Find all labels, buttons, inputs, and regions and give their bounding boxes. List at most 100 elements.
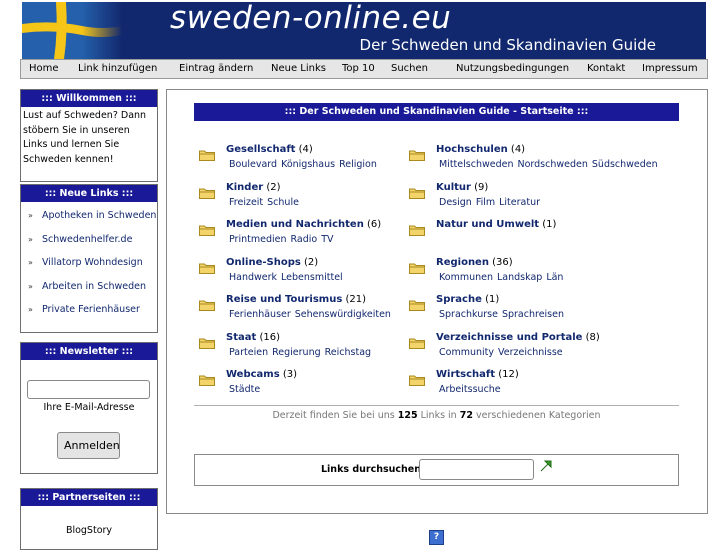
category-link[interactable]: Sprache: [436, 294, 482, 305]
subcategory-link[interactable]: Verzeichnisse: [498, 347, 563, 358]
subcategory-list: Kommunen Landskap Län: [439, 271, 567, 285]
category-count: (3): [282, 369, 298, 380]
subcategory-link[interactable]: Ferienhäuser: [229, 309, 291, 320]
subcategory-link[interactable]: Sprachkurse: [439, 309, 498, 320]
subcategory-link[interactable]: Design: [439, 197, 472, 208]
subcategory-link[interactable]: Arbeitssuche: [439, 384, 501, 395]
folder-icon: [409, 184, 425, 199]
subcategory-link[interactable]: Schule: [267, 197, 299, 208]
search-input[interactable]: [419, 459, 534, 480]
subcategory-list: Freizeit Schule: [229, 196, 303, 210]
partners-heading: ::: Partnerseiten :::: [21, 489, 157, 506]
subcategory-link[interactable]: Handwerk: [229, 272, 277, 283]
subcategory-link[interactable]: Printmedien: [229, 234, 287, 245]
category-link[interactable]: Regionen: [436, 257, 489, 268]
welcome-heading: ::: Willkommen :::: [21, 90, 157, 107]
category-link[interactable]: Verzeichnisse und Portale: [436, 332, 582, 343]
nav-eintrag-aendern[interactable]: Eintrag ändern: [179, 60, 253, 78]
subcategory-link[interactable]: Landskap: [497, 272, 542, 283]
subcategory-link[interactable]: Parteien: [229, 347, 268, 358]
category-count: (2): [304, 256, 319, 268]
nav-neue-links[interactable]: Neue Links: [271, 60, 326, 78]
bullet-icon: »: [28, 234, 33, 244]
category-link[interactable]: Wirtschaft: [436, 369, 495, 380]
subcategory-link[interactable]: Kommunen: [439, 272, 493, 283]
newsletter-subscribe-button[interactable]: Anmelden: [57, 432, 120, 459]
category-link[interactable]: Reise und Tourismus: [226, 294, 342, 305]
new-links-box: ::: Neue Links ::: » Apotheken in Schwede…: [20, 184, 158, 333]
subcategory-link[interactable]: Län: [546, 272, 563, 283]
category-link[interactable]: Hochschulen: [436, 144, 508, 155]
stats-link-count: 125: [397, 410, 418, 421]
help-icon[interactable]: ?: [429, 530, 444, 545]
list-item: » Private Ferienhäuser: [21, 298, 157, 322]
folder-icon: [199, 221, 215, 236]
nav-kontakt[interactable]: Kontakt: [587, 60, 625, 78]
folder-icon: [409, 146, 425, 161]
subcategory-link[interactable]: Nordschweden: [517, 159, 587, 170]
category-title: Reise und Tourismus (21): [226, 293, 366, 307]
subcategory-link[interactable]: Radio: [291, 234, 318, 245]
newsletter-heading: ::: Newsletter :::: [21, 343, 157, 360]
nav-nutzungsbedingungen[interactable]: Nutzungsbedingungen: [456, 60, 569, 78]
search-box: Links durchsuchen: [194, 454, 679, 486]
category-count: (9): [474, 181, 489, 193]
subcategory-link[interactable]: Freizeit: [229, 197, 263, 208]
category-link[interactable]: Kinder: [226, 182, 263, 193]
bullet-icon: »: [28, 281, 33, 291]
subcategory-link[interactable]: Südschweden: [592, 159, 658, 170]
subcategory-link[interactable]: Städte: [229, 384, 260, 395]
new-link-schwedenhelfer[interactable]: Schwedenhelfer.de: [42, 234, 132, 245]
nav-impressum[interactable]: Impressum: [642, 60, 698, 78]
nav-suchen[interactable]: Suchen: [391, 60, 428, 78]
search-label: Links durchsuchen: [321, 464, 422, 475]
subcategory-link[interactable]: Lebensmittel: [281, 272, 343, 283]
subcategory-list: Community Verzeichnisse: [439, 346, 567, 360]
category-link[interactable]: Online-Shops: [226, 257, 301, 268]
subcategory-link[interactable]: Sprachreisen: [502, 309, 564, 320]
subcategory-link[interactable]: Community: [439, 347, 494, 358]
category-title: Medien und Nachrichten (6): [226, 218, 381, 232]
subcategory-list: Sprachkurse Sprachreisen: [439, 308, 568, 322]
category-title: Gesellschaft (4): [226, 143, 313, 157]
subcategory-link[interactable]: Literatur: [499, 197, 540, 208]
subcategory-link[interactable]: TV: [321, 234, 333, 245]
subcategory-link[interactable]: Boulevard: [229, 159, 277, 170]
list-item: » Apotheken in Schweden: [21, 204, 157, 228]
go-arrow-icon[interactable]: [540, 460, 552, 472]
subcategory-link[interactable]: Religion: [339, 159, 377, 170]
category-count: (21): [345, 294, 367, 305]
subcategory-link[interactable]: Regierung: [272, 347, 321, 358]
partner-link-blogstory[interactable]: BlogStory: [66, 525, 112, 536]
category-link[interactable]: Natur und Umwelt: [436, 219, 539, 230]
category-link[interactable]: Webcams: [226, 369, 280, 380]
category-count: (4): [298, 144, 313, 155]
subcategory-link[interactable]: Film: [476, 197, 495, 208]
subcategory-link[interactable]: Mittelschweden: [439, 159, 513, 170]
new-link-apotheken[interactable]: Apotheken in Schweden: [42, 210, 156, 221]
category-link[interactable]: Kultur: [436, 182, 471, 193]
subcategory-link[interactable]: Königshaus: [281, 159, 335, 170]
category-link[interactable]: Staat: [226, 332, 256, 343]
new-link-ferienhaeuser[interactable]: Private Ferienhäuser: [42, 304, 140, 315]
category-count: (8): [585, 331, 600, 343]
bullet-icon: »: [28, 211, 33, 220]
new-link-arbeiten[interactable]: Arbeiten in Schweden: [42, 281, 146, 292]
folder-icon: [199, 296, 215, 311]
nav-home[interactable]: Home: [29, 60, 59, 78]
folder-icon: [409, 221, 425, 236]
category-link[interactable]: Gesellschaft: [226, 144, 295, 155]
subcategory-link[interactable]: Reichstag: [325, 347, 371, 358]
folder-icon: [409, 259, 425, 274]
category-link[interactable]: Medien und Nachrichten: [226, 219, 364, 230]
subcategory-list: Arbeitssuche: [439, 383, 505, 397]
category-title: Kinder (2): [226, 181, 281, 195]
newsletter-email-input[interactable]: [27, 380, 150, 399]
stats-prefix: Derzeit finden Sie bei uns: [272, 410, 395, 421]
category-title: Webcams (3): [226, 368, 297, 382]
nav-link-hinzufuegen[interactable]: Link hinzufügen: [78, 60, 157, 78]
subcategory-link[interactable]: Sehenswürdigkeiten: [295, 309, 391, 320]
new-link-villatorp[interactable]: Villatorp Wohndesign: [42, 257, 143, 268]
nav-top-10[interactable]: Top 10: [342, 60, 375, 78]
subcategory-list: Printmedien Radio TV: [229, 233, 338, 247]
